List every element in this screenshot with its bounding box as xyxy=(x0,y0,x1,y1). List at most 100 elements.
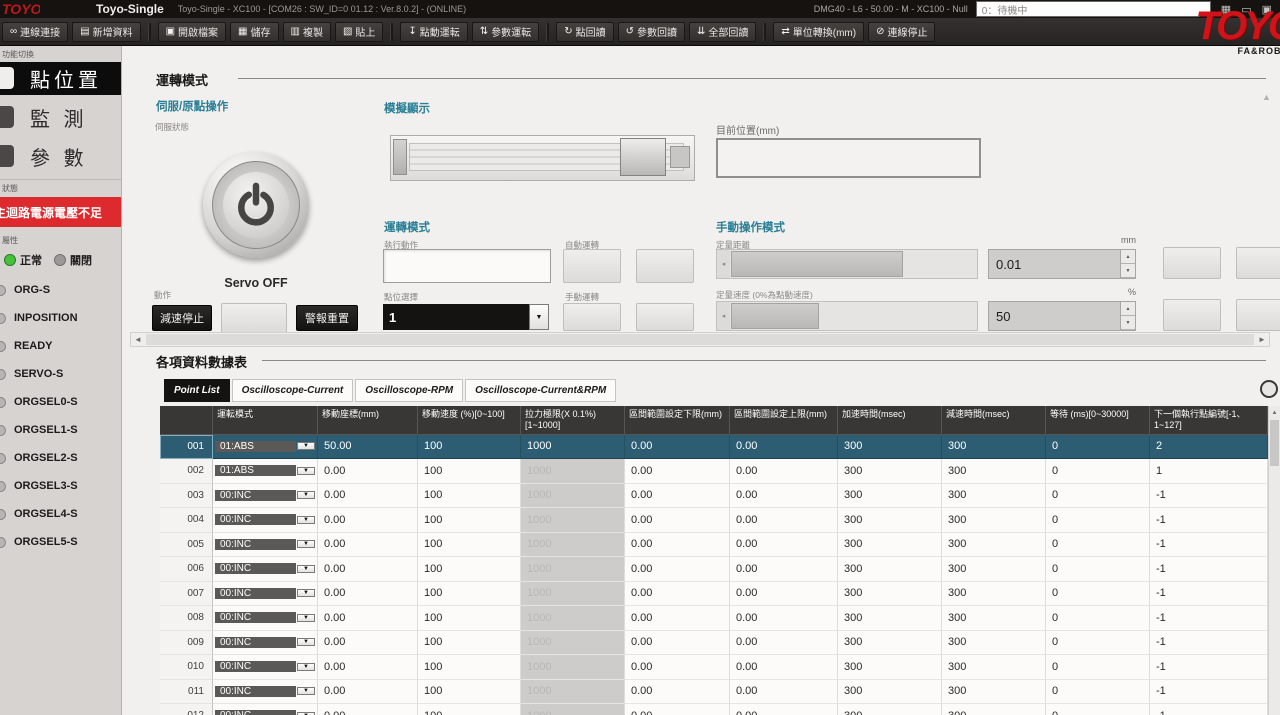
data-cell[interactable]: 100 xyxy=(418,606,521,631)
data-cell[interactable]: 100 xyxy=(418,655,521,680)
data-cell[interactable]: 50.00 xyxy=(318,435,418,460)
data-cell[interactable]: 0.00 xyxy=(730,533,838,558)
data-cell[interactable]: -1 xyxy=(1150,484,1268,509)
distance-spin-down-icon[interactable]: ▼ xyxy=(1121,264,1135,278)
data-cell[interactable]: 300 xyxy=(838,680,942,705)
table-row[interactable]: 00400:INC▼0.0010010000.000.003003000-1 xyxy=(160,508,1268,533)
toolbar-button-read-params[interactable]: ↺參數回讀 xyxy=(618,22,685,42)
toolbar-button-param-run[interactable]: ⇅參數運転 xyxy=(472,22,539,42)
data-cell[interactable]: 1000 xyxy=(521,704,625,715)
distance-slider-thumb[interactable] xyxy=(731,251,903,277)
data-cell[interactable]: 0.00 xyxy=(730,582,838,607)
data-cell[interactable]: -1 xyxy=(1150,655,1268,680)
data-cell[interactable]: 0.00 xyxy=(730,508,838,533)
data-cell[interactable]: 300 xyxy=(942,582,1046,607)
horizontal-scrollbar[interactable]: ◄ ► xyxy=(130,332,1270,347)
scroll-left-icon[interactable]: ◄ xyxy=(131,333,145,346)
data-cell[interactable]: -1 xyxy=(1150,508,1268,533)
data-cell[interactable]: 1000 xyxy=(521,459,625,484)
data-cell[interactable]: 100 xyxy=(418,533,521,558)
data-cell[interactable]: -1 xyxy=(1150,533,1268,558)
mode-cell[interactable]: 00:INC▼ xyxy=(213,655,318,680)
data-cell[interactable]: -1 xyxy=(1150,680,1268,705)
row-number-cell[interactable]: 001 xyxy=(160,435,213,460)
data-cell[interactable]: 0.00 xyxy=(625,557,730,582)
data-cell[interactable]: 1000 xyxy=(521,557,625,582)
data-cell[interactable]: 300 xyxy=(838,557,942,582)
data-cell[interactable]: 0.00 xyxy=(318,484,418,509)
auto-stop-button[interactable] xyxy=(636,249,694,283)
mode-dropdown-icon[interactable]: ▼ xyxy=(297,442,315,450)
table-row[interactable]: 00800:INC▼0.0010010000.000.003003000-1 xyxy=(160,606,1268,631)
data-cell[interactable]: 1000 xyxy=(521,508,625,533)
row-number-cell[interactable]: 002 xyxy=(160,459,213,484)
data-cell[interactable]: 1000 xyxy=(521,533,625,558)
data-cell[interactable]: 0.00 xyxy=(318,582,418,607)
data-cell[interactable]: 300 xyxy=(942,631,1046,656)
data-cell[interactable]: 300 xyxy=(942,606,1046,631)
toolbar-button-copy[interactable]: ▥複製 xyxy=(283,22,331,42)
distance-jog-plus-button[interactable] xyxy=(1236,247,1280,279)
speed-jog-minus-button[interactable] xyxy=(1163,299,1221,331)
maximize-icon[interactable]: ▣ xyxy=(1262,3,1272,16)
data-cell[interactable]: 0 xyxy=(1046,508,1150,533)
origin-return-button[interactable] xyxy=(221,303,287,333)
mode-dropdown-icon[interactable]: ▼ xyxy=(297,565,315,573)
row-number-cell[interactable]: 011 xyxy=(160,680,213,705)
sidebar-item-[interactable]: 參 數 xyxy=(0,140,121,173)
table-row[interactable]: 00700:INC▼0.0010010000.000.003003000-1 xyxy=(160,582,1268,607)
slider-left-icon[interactable]: ◂ xyxy=(717,250,730,278)
toolbar-button-save[interactable]: ▦儲存 xyxy=(230,22,278,42)
data-cell[interactable]: 300 xyxy=(838,533,942,558)
data-cell[interactable]: 300 xyxy=(942,459,1046,484)
mode-dropdown-icon[interactable]: ▼ xyxy=(297,491,315,499)
speed-slider[interactable]: ◂ xyxy=(716,301,978,331)
data-cell[interactable]: 300 xyxy=(942,655,1046,680)
data-cell[interactable]: 0.00 xyxy=(730,631,838,656)
mode-dropdown-icon[interactable]: ▼ xyxy=(297,516,315,524)
data-cell[interactable]: 0.00 xyxy=(318,704,418,715)
data-cell[interactable]: 0 xyxy=(1046,557,1150,582)
row-number-cell[interactable]: 010 xyxy=(160,655,213,680)
data-cell[interactable]: 0 xyxy=(1046,435,1150,460)
data-cell[interactable]: 0.00 xyxy=(625,459,730,484)
toolbar-button-read-point[interactable]: ↻點回讀 xyxy=(556,22,613,42)
data-cell[interactable]: 300 xyxy=(942,533,1046,558)
data-cell[interactable]: 100 xyxy=(418,680,521,705)
data-cell[interactable]: 1000 xyxy=(521,631,625,656)
sidebar-item-[interactable]: 點位置 xyxy=(0,62,121,95)
data-cell[interactable]: 0.00 xyxy=(730,435,838,460)
tab-oscilloscope-current-rpm[interactable]: Oscilloscope-Current&RPM xyxy=(465,379,616,402)
data-cell[interactable]: 300 xyxy=(838,582,942,607)
row-number-cell[interactable]: 009 xyxy=(160,631,213,656)
data-cell[interactable]: 100 xyxy=(418,704,521,715)
data-cell[interactable]: 0.00 xyxy=(318,606,418,631)
main-scroll-up-icon[interactable]: ▲ xyxy=(1262,92,1271,102)
menu-grid-icon[interactable]: ▦ xyxy=(1221,3,1231,16)
data-cell[interactable]: 0.00 xyxy=(730,557,838,582)
table-row[interactable]: 00101:ABS▼50.0010010000.000.0030030002 xyxy=(160,435,1268,460)
mode-dropdown-icon[interactable]: ▼ xyxy=(297,687,315,695)
dropdown-arrow-icon[interactable]: ▼ xyxy=(529,304,549,330)
tab-oscilloscope-rpm[interactable]: Oscilloscope-RPM xyxy=(355,379,463,402)
data-cell[interactable]: 100 xyxy=(418,557,521,582)
data-cell[interactable]: 0 xyxy=(1046,582,1150,607)
data-cell[interactable]: 1000 xyxy=(521,655,625,680)
table-row[interactable]: 00600:INC▼0.0010010000.000.003003000-1 xyxy=(160,557,1268,582)
horizontal-scrollbar-thumb[interactable] xyxy=(146,334,1254,345)
speed-spin-down-icon[interactable]: ▼ xyxy=(1121,316,1135,330)
row-number-cell[interactable]: 012 xyxy=(160,704,213,715)
servo-power-button[interactable] xyxy=(203,152,309,258)
table-row[interactable]: 01200:INC▼0.0010010000.000.003003000-1 xyxy=(160,704,1268,715)
data-cell[interactable]: 300 xyxy=(838,704,942,715)
data-cell[interactable]: 0.00 xyxy=(730,704,838,715)
data-cell[interactable]: 0.00 xyxy=(318,459,418,484)
toolbar-button-read-all[interactable]: ⇊全部回讀 xyxy=(689,22,756,42)
speed-spinner[interactable]: 50 ▲ ▼ xyxy=(988,301,1136,331)
data-cell[interactable]: -1 xyxy=(1150,557,1268,582)
data-cell[interactable]: 0 xyxy=(1046,680,1150,705)
mode-dropdown-icon[interactable]: ▼ xyxy=(297,589,315,597)
data-cell[interactable]: -1 xyxy=(1150,631,1268,656)
speed-jog-plus-button[interactable] xyxy=(1236,299,1280,331)
scroll-right-icon[interactable]: ► xyxy=(1255,333,1269,346)
